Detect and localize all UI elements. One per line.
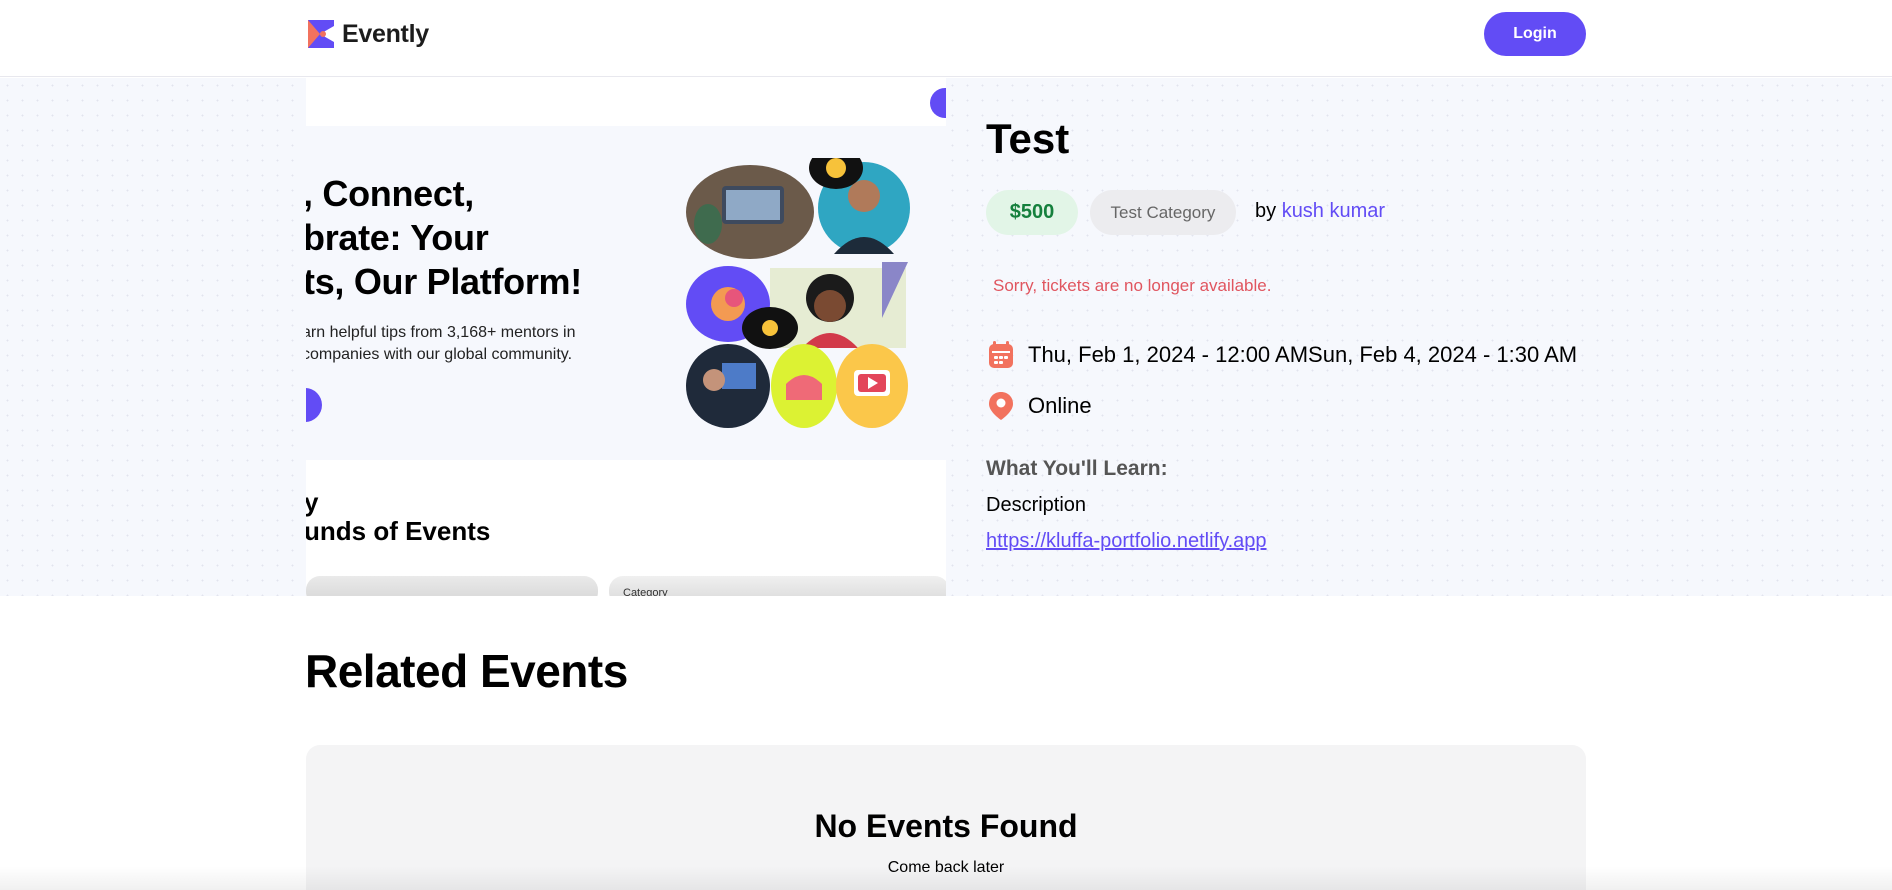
event-url-link[interactable]: https://kluffa-portfolio.netlify.app <box>986 530 1267 553</box>
login-button[interactable]: Login <box>1484 12 1586 56</box>
event-image: , Connect, brate: Your ts, Our Platform!… <box>306 78 946 596</box>
brand-logo[interactable]: Evently <box>306 18 429 50</box>
event-date-row: Thu, Feb 1, 2024 - 12:00 AMSun, Feb 4, 2… <box>988 340 1577 370</box>
preview-subtext-line: arn helpful tips from 3,168+ mentors in <box>306 324 576 341</box>
event-details-section: , Connect, brate: Your ts, Our Platform!… <box>0 78 1892 596</box>
sold-out-message: Sorry, tickets are no longer available. <box>993 276 1272 295</box>
preview-headline-line: , Connect, <box>306 173 475 214</box>
preview-section-line: unds of Events <box>306 516 491 546</box>
related-events-heading: Related Events <box>305 645 628 697</box>
organizer-line: by kush kumar <box>1255 200 1385 223</box>
site-header: Evently Login <box>0 0 1892 77</box>
preview-headline: , Connect, brate: Your ts, Our Platform! <box>306 172 582 304</box>
event-description: Description <box>986 494 1087 516</box>
preview-subtext: arn helpful tips from 3,168+ mentors in … <box>306 322 575 366</box>
no-events-card: No Events Found Come back later <box>306 745 1586 890</box>
brand-name: Evently <box>342 19 429 48</box>
preview-collage-illustration <box>686 158 910 428</box>
preview-topbar <box>306 78 946 126</box>
organizer-prefix: by <box>1255 200 1277 222</box>
preview-subtext-line: companies with our global community. <box>306 346 573 363</box>
location-pin-icon <box>989 392 1013 420</box>
preview-category-select: Category <box>609 576 946 596</box>
organizer-name[interactable]: kush kumar <box>1282 200 1385 222</box>
preview-search-field <box>306 576 598 596</box>
event-title: Test <box>986 115 1070 162</box>
preview-headline-line: ts, Our Platform! <box>306 261 582 302</box>
category-badge: Test Category <box>1090 190 1236 235</box>
price-badge: $500 <box>986 190 1078 235</box>
event-location: Online <box>1028 393 1092 418</box>
preview-section-line: y <box>306 487 319 517</box>
no-events-subtitle: Come back later <box>887 859 1005 876</box>
event-datetime: Thu, Feb 1, 2024 - 12:00 AMSun, Feb 4, 2… <box>1028 342 1578 367</box>
learn-heading: What You'll Learn: <box>986 457 1168 480</box>
preview-headline-line: brate: Your <box>306 217 489 258</box>
calendar-icon <box>989 341 1013 368</box>
logo-icon <box>308 20 334 48</box>
event-location-row: Online <box>988 391 1092 421</box>
no-events-title: No Events Found <box>814 808 1078 844</box>
preview-section-heading: y unds of Events <box>306 488 490 546</box>
